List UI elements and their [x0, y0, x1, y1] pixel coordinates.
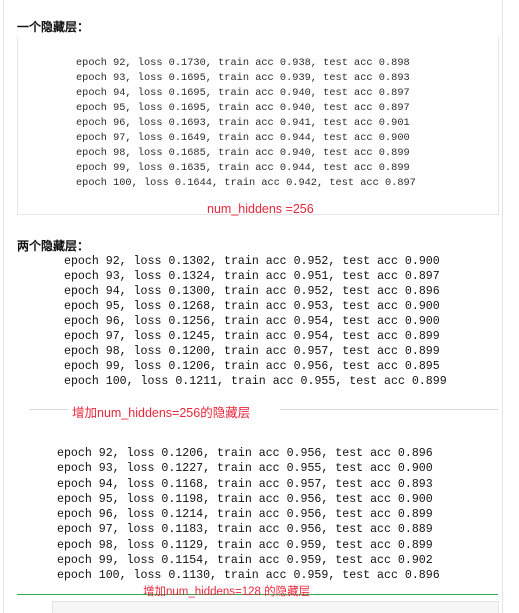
training-log-two-layers-128: epoch 92, loss 0.1206, train acc 0.956, … [57, 446, 440, 584]
log-line: epoch 95, loss 0.1695, train acc 0.940, … [76, 102, 410, 114]
log-line: epoch 95, loss 0.1268, train acc 0.953, … [64, 300, 440, 313]
log-line: epoch 95, loss 0.1198, train acc 0.956, … [57, 492, 433, 506]
log-line: epoch 100, loss 0.1644, train acc 0.942,… [76, 177, 416, 189]
caption-added-layer-256: 增加num_hiddens=256的隐藏层 [72, 406, 251, 420]
log-line: epoch 93, loss 0.1227, train acc 0.955, … [57, 462, 433, 476]
log-line: epoch 98, loss 0.1129, train acc 0.959, … [57, 538, 433, 552]
log-line: epoch 100, loss 0.1130, train acc 0.959,… [57, 569, 440, 583]
caption-num-hiddens-256: num_hiddens =256 [207, 202, 314, 216]
log-line: epoch 99, loss 0.1635, train acc 0.944, … [76, 162, 410, 174]
log-line: epoch 94, loss 0.1695, train acc 0.940, … [76, 87, 410, 99]
log-line: epoch 96, loss 0.1256, train acc 0.954, … [64, 315, 440, 328]
log-line: epoch 92, loss 0.1302, train acc 0.952, … [64, 255, 440, 268]
log-line: epoch 98, loss 0.1685, train acc 0.940, … [76, 147, 410, 159]
log-line: epoch 93, loss 0.1324, train acc 0.951, … [64, 270, 440, 283]
log-line: epoch 96, loss 0.1693, train acc 0.941, … [76, 117, 410, 129]
log-line: epoch 94, loss 0.1168, train acc 0.957, … [57, 477, 433, 491]
log-line: epoch 97, loss 0.1245, train acc 0.954, … [64, 330, 440, 343]
log-line: epoch 97, loss 0.1649, train acc 0.944, … [76, 132, 410, 144]
log-line: epoch 97, loss 0.1183, train acc 0.956, … [57, 523, 433, 537]
log-line: epoch 93, loss 0.1695, train acc 0.939, … [76, 72, 410, 84]
log-line: epoch 92, loss 0.1206, train acc 0.956, … [57, 447, 433, 460]
log-line: epoch 94, loss 0.1300, train acc 0.952, … [64, 285, 440, 298]
log-line: epoch 92, loss 0.1730, train acc 0.938, … [76, 57, 410, 69]
training-log-one-layer: epoch 92, loss 0.1730, train acc 0.938, … [76, 56, 416, 191]
next-block-frame [52, 601, 499, 613]
divider-line-right [280, 409, 498, 410]
log-line: epoch 99, loss 0.1206, train acc 0.956, … [64, 360, 440, 373]
log-line: epoch 96, loss 0.1214, train acc 0.956, … [57, 508, 433, 522]
log-line: epoch 99, loss 0.1154, train acc 0.959, … [57, 554, 433, 568]
log-line: epoch 98, loss 0.1200, train acc 0.957, … [64, 345, 440, 358]
divider-line-left [29, 409, 68, 410]
section-heading-one-hidden-layer: 一个隐藏层： [17, 20, 90, 34]
section-heading-two-hidden-layers: 两个隐藏层： [17, 239, 90, 253]
caption-added-layer-128: 增加num_hiddens=128 的隐藏层 [143, 586, 311, 598]
training-log-two-layers-256: epoch 92, loss 0.1302, train acc 0.952, … [64, 254, 447, 389]
log-line: epoch 100, loss 0.1211, train acc 0.955,… [64, 375, 447, 388]
